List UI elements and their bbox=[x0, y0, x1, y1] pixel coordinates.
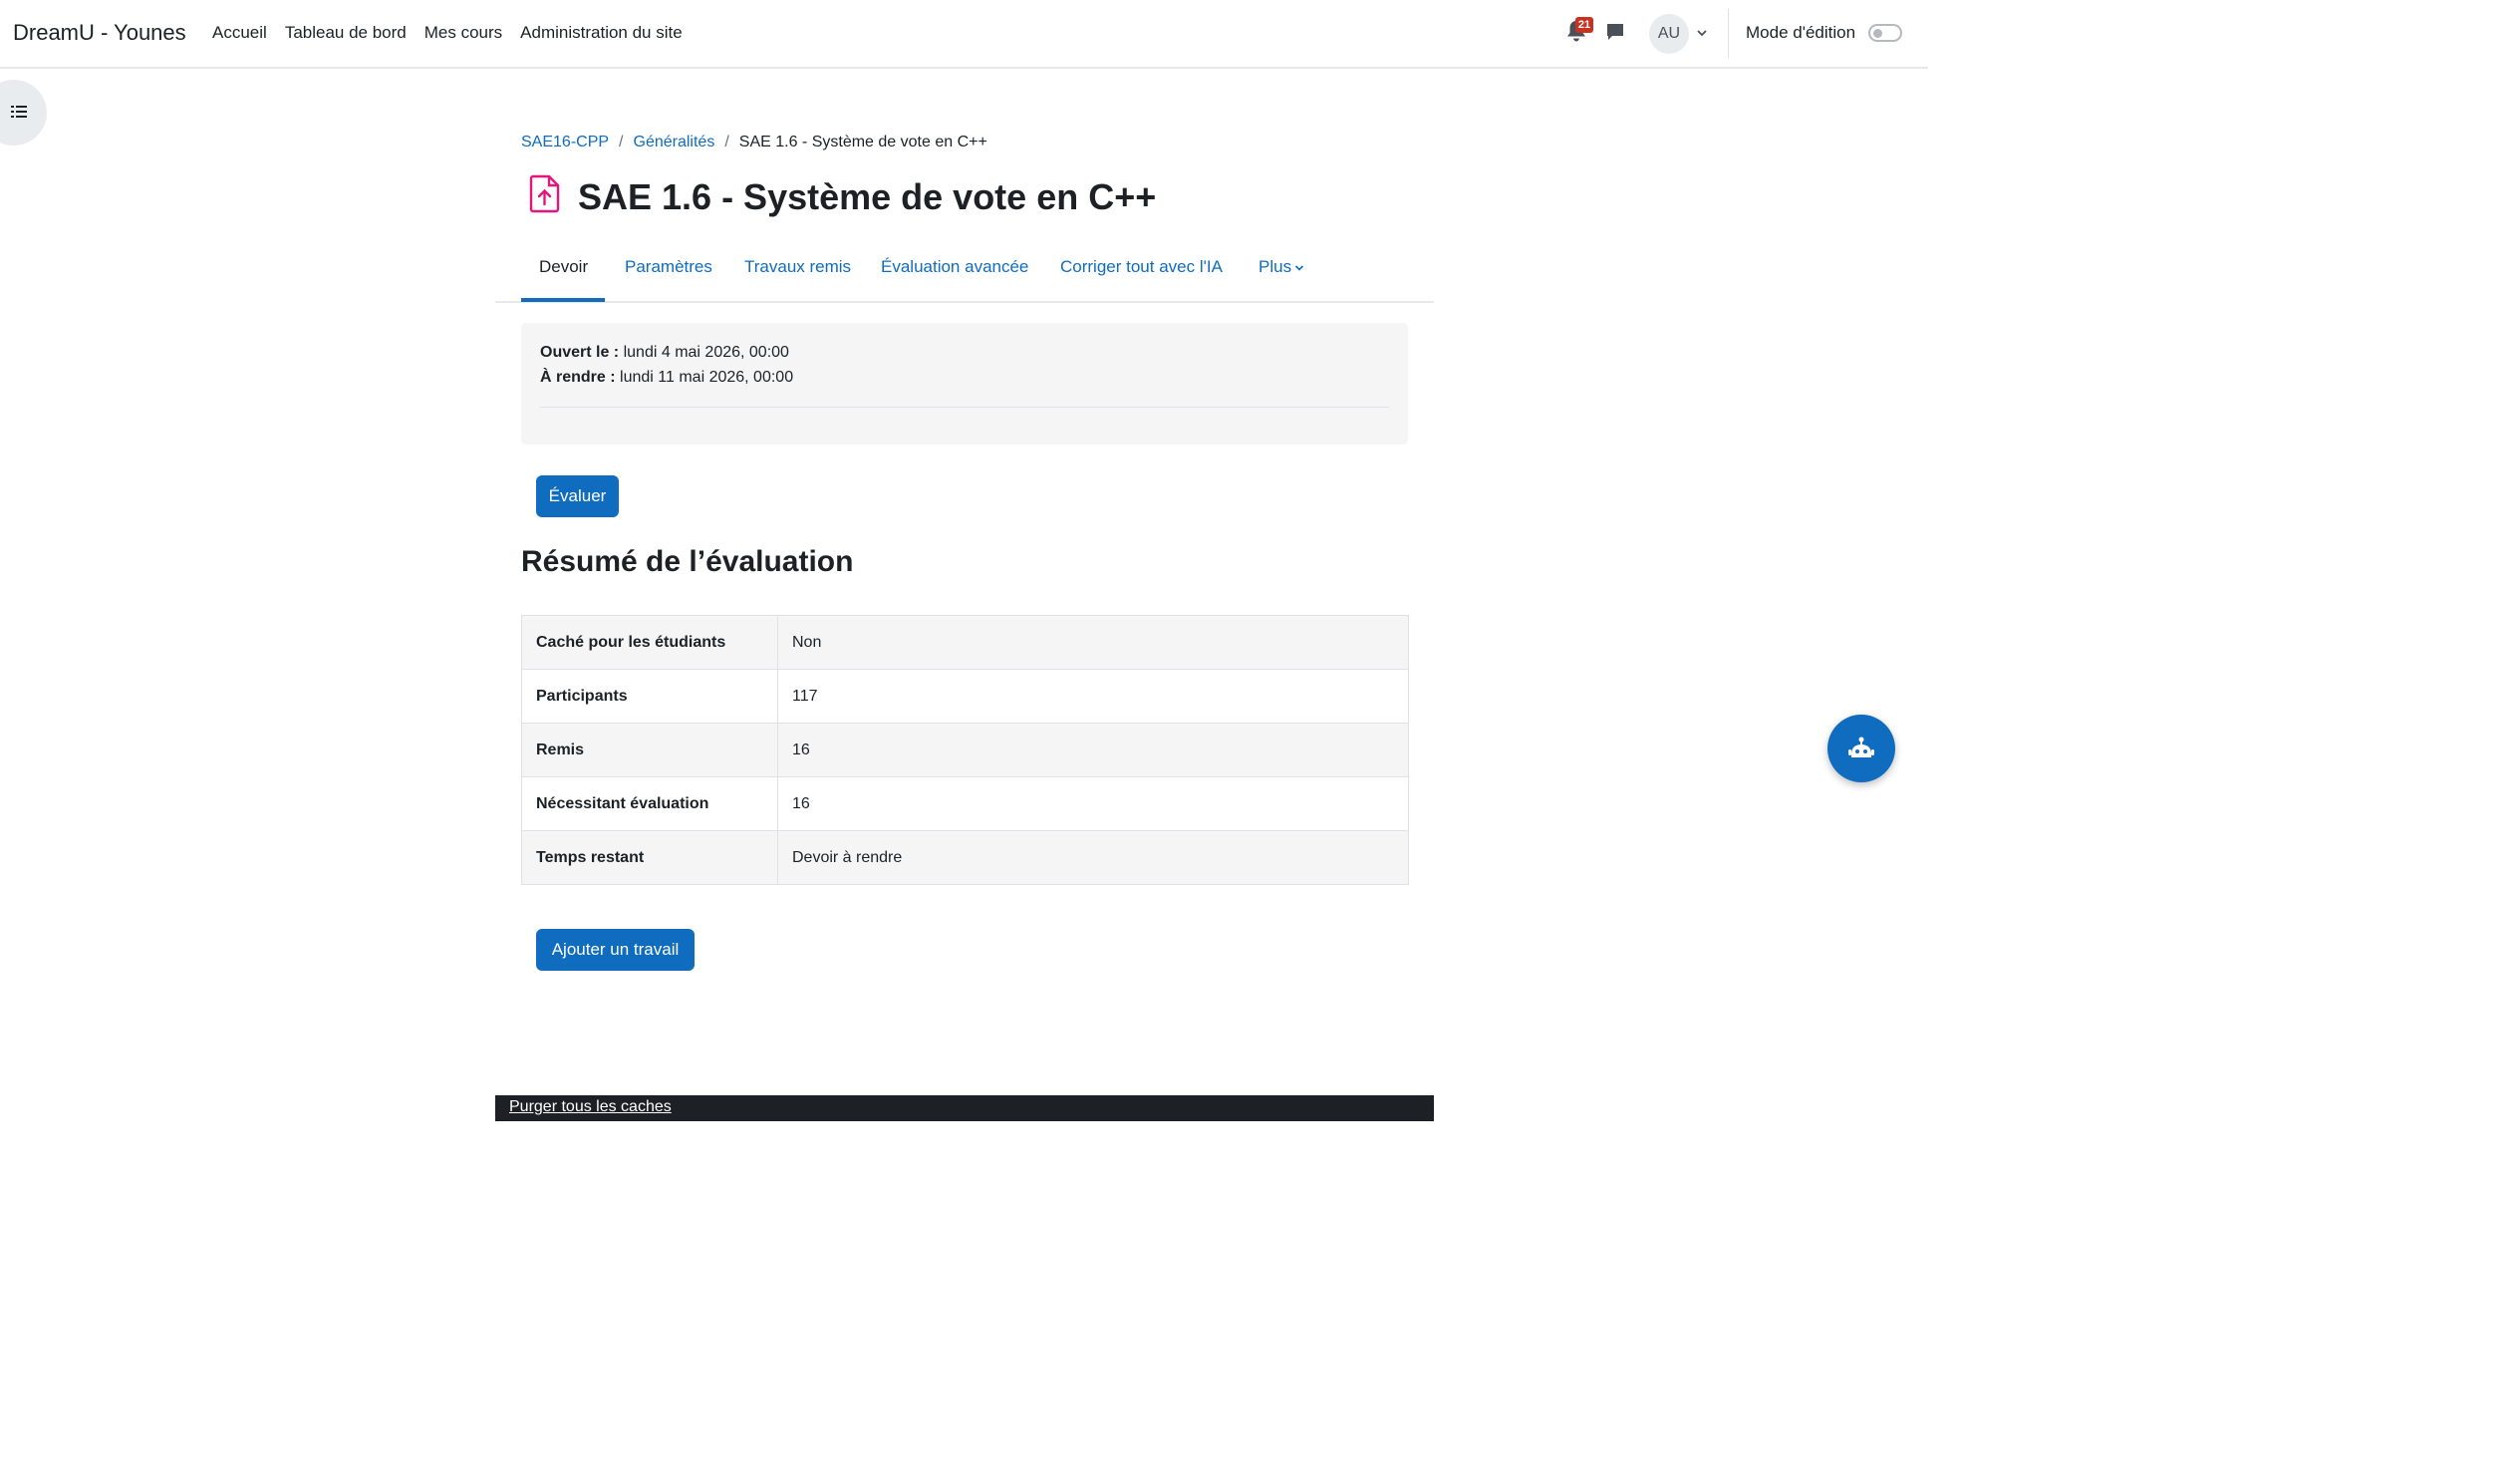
tab-submissions[interactable]: Travaux remis bbox=[744, 257, 851, 277]
course-index-toggle[interactable] bbox=[0, 80, 47, 146]
edit-mode-toggle[interactable] bbox=[1868, 24, 1902, 42]
breadcrumb: SAE16-CPP / Généralités / SAE 1.6 - Syst… bbox=[521, 134, 987, 151]
divider bbox=[540, 407, 1389, 408]
primary-navigation: Accueil Tableau de bord Mes cours Admini… bbox=[212, 23, 683, 43]
tab-settings[interactable]: Paramètres bbox=[625, 257, 712, 277]
nav-item-dashboard[interactable]: Tableau de bord bbox=[285, 23, 407, 43]
opened-date-label: Ouvert le : bbox=[540, 344, 620, 361]
nav-item-my-courses[interactable]: Mes cours bbox=[424, 23, 502, 43]
purge-caches-link[interactable]: Purger tous les caches bbox=[509, 1098, 672, 1116]
breadcrumb-separator: / bbox=[619, 134, 624, 150]
page-title: SAE 1.6 - Système de vote en C++ bbox=[578, 176, 1157, 217]
table-row: Nécessitant évaluation 16 bbox=[521, 776, 1409, 831]
breadcrumb-separator: / bbox=[724, 134, 729, 150]
tab-grade-all-ai[interactable]: Corriger tout avec l'IA bbox=[1060, 257, 1223, 277]
ai-assistant-button[interactable] bbox=[1827, 715, 1895, 782]
active-tab-indicator bbox=[521, 298, 605, 302]
row-value: Non bbox=[777, 615, 1409, 670]
due-date-label: À rendre : bbox=[540, 369, 616, 386]
row-label: Remis bbox=[521, 723, 778, 777]
table-row: Participants 117 bbox=[521, 669, 1409, 724]
row-value: 16 bbox=[777, 723, 1409, 777]
nav-item-home[interactable]: Accueil bbox=[212, 23, 267, 43]
toggle-knob bbox=[1873, 29, 1882, 38]
list-icon bbox=[11, 106, 27, 118]
assignment-upload-icon bbox=[529, 174, 560, 213]
grading-summary-title: Résumé de l’évaluation bbox=[521, 545, 854, 578]
edit-mode-label: Mode d'édition bbox=[1746, 23, 1856, 42]
grading-summary-table: Caché pour les étudiants Non Participant… bbox=[521, 615, 1409, 885]
opened-date-value: lundi 4 mai 2026, 00:00 bbox=[623, 344, 789, 361]
table-row: Remis 16 bbox=[521, 723, 1409, 777]
breadcrumb-item-current: SAE 1.6 - Système de vote en C++ bbox=[738, 134, 987, 150]
user-avatar[interactable]: AU bbox=[1649, 14, 1689, 54]
opened-date: Ouvert le : lundi 4 mai 2026, 00:00 bbox=[540, 344, 789, 362]
notification-count-badge: 21 bbox=[1575, 17, 1593, 33]
row-label: Temps restant bbox=[521, 830, 778, 885]
secondary-navigation-tabs: Devoir Paramètres Travaux remis Évaluati… bbox=[495, 247, 1434, 303]
site-brand[interactable]: DreamU - Younes bbox=[13, 20, 186, 46]
due-date-value: lundi 11 mai 2026, 00:00 bbox=[620, 369, 794, 386]
activity-dates: Ouvert le : lundi 4 mai 2026, 00:00 À re… bbox=[521, 323, 1408, 445]
table-row: Temps restant Devoir à rendre bbox=[521, 830, 1409, 885]
tab-more[interactable]: Plus bbox=[1259, 257, 1304, 277]
messages-icon[interactable] bbox=[1605, 22, 1625, 42]
row-label: Participants bbox=[521, 669, 778, 724]
robot-icon bbox=[1848, 737, 1874, 757]
tab-advanced-grading[interactable]: Évaluation avancée bbox=[881, 257, 1028, 277]
due-date: À rendre : lundi 11 mai 2026, 00:00 bbox=[540, 369, 793, 387]
add-submission-button[interactable]: Ajouter un travail bbox=[536, 929, 695, 971]
table-row: Caché pour les étudiants Non bbox=[521, 615, 1409, 670]
breadcrumb-item-section[interactable]: Généralités bbox=[634, 134, 715, 151]
row-label: Caché pour les étudiants bbox=[521, 615, 778, 670]
row-value: 117 bbox=[777, 669, 1409, 724]
tab-more-label: Plus bbox=[1259, 257, 1292, 276]
tab-assignment[interactable]: Devoir bbox=[539, 257, 588, 277]
row-value: 16 bbox=[777, 776, 1409, 831]
top-navbar: DreamU - Younes Accueil Tableau de bord … bbox=[0, 0, 1928, 69]
grade-button[interactable]: Évaluer bbox=[536, 475, 619, 517]
footer-bar: Purger tous les caches bbox=[495, 1095, 1434, 1121]
navbar-divider bbox=[1728, 9, 1729, 59]
row-value: Devoir à rendre bbox=[777, 830, 1409, 885]
chevron-down-icon[interactable] bbox=[1696, 28, 1708, 38]
row-label: Nécessitant évaluation bbox=[521, 776, 778, 831]
nav-item-site-admin[interactable]: Administration du site bbox=[520, 23, 683, 43]
breadcrumb-item-course[interactable]: SAE16-CPP bbox=[521, 134, 609, 151]
chevron-down-icon bbox=[1295, 265, 1304, 271]
